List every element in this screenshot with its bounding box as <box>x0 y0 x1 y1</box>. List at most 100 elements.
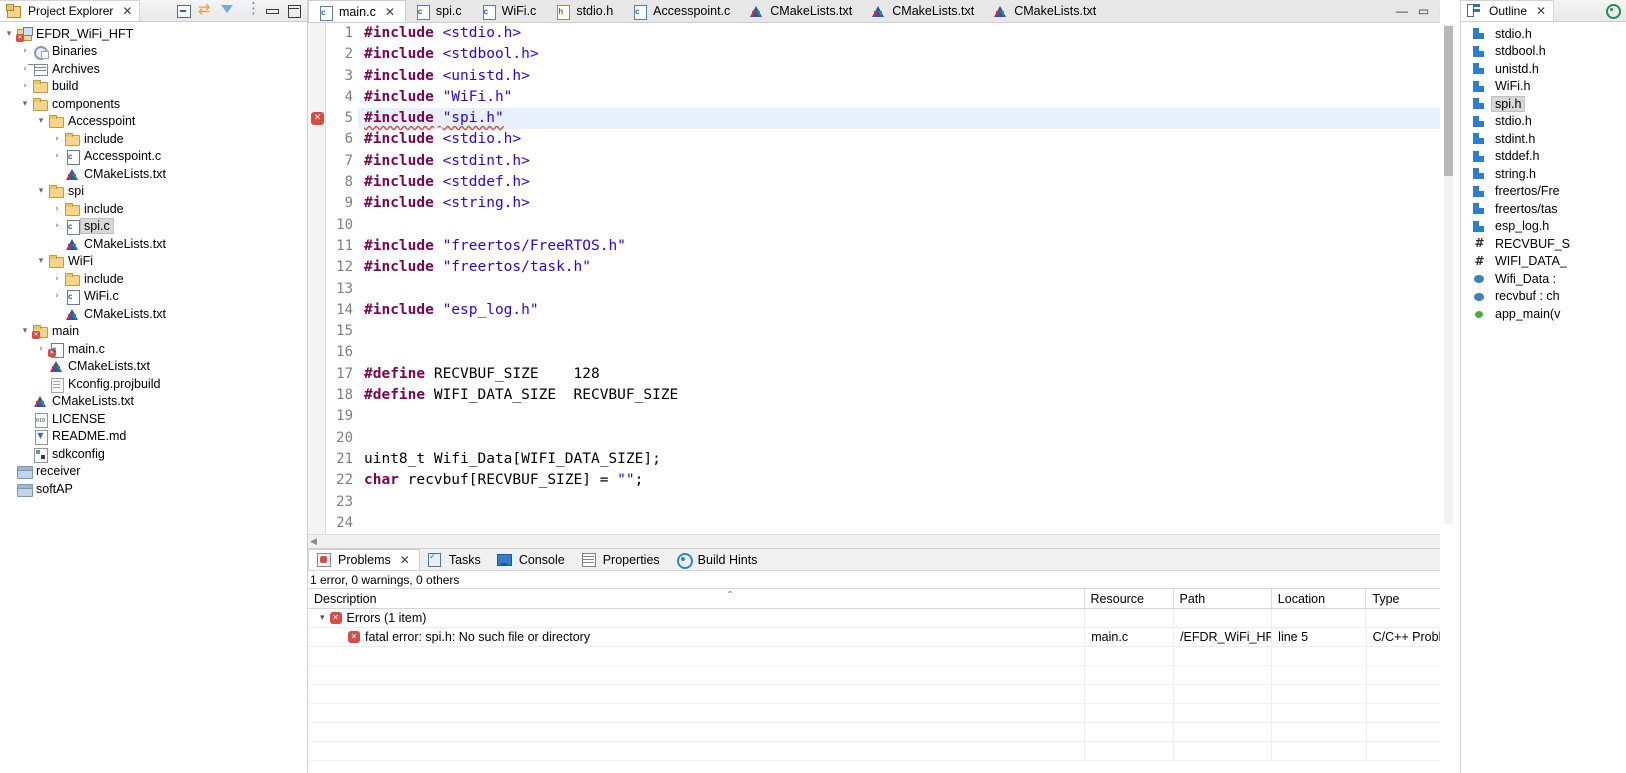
chevron-right-icon[interactable]: › <box>50 151 64 161</box>
code-line[interactable]: uint8_t Wifi_Data[WIFI_DATA_SIZE]; <box>364 449 1444 470</box>
chevron-right-icon[interactable]: › <box>2 466 16 476</box>
code-line[interactable]: #include "freertos/FreeRTOS.h" <box>364 236 1444 257</box>
tree-item[interactable]: › LICENSE <box>0 410 307 428</box>
editor-tab[interactable]: CMakeLists.txt <box>862 0 984 22</box>
code-line[interactable]: #include <stdio.h> <box>364 129 1444 150</box>
outline-item[interactable]: stdio.h <box>1461 113 1626 131</box>
code-line[interactable]: #include <stdint.h> <box>364 151 1444 172</box>
outline-item[interactable]: app_main(v <box>1461 305 1626 323</box>
tree-item[interactable]: › include <box>0 270 307 288</box>
filter-icon[interactable] <box>220 3 235 18</box>
code-line[interactable]: #define WIFI_DATA_SIZE RECVBUF_SIZE <box>364 385 1444 406</box>
tree-item[interactable]: › build <box>0 78 307 96</box>
code-line[interactable] <box>364 215 1444 236</box>
tree-item[interactable]: › sdkconfig <box>0 445 307 463</box>
code-line[interactable] <box>364 342 1444 363</box>
tree-item[interactable]: ▾ components <box>0 95 307 113</box>
code-line[interactable]: #include "WiFi.h" <box>364 87 1444 108</box>
outline-item[interactable]: esp_log.h <box>1461 218 1626 236</box>
maximize-icon[interactable]: ▭ <box>1418 4 1429 18</box>
code-line[interactable] <box>364 279 1444 300</box>
chevron-right-icon[interactable]: › <box>18 449 32 459</box>
code-line[interactable]: #include "spi.h" <box>358 108 1444 130</box>
sort-indicator-icon[interactable]: ⌃ <box>726 590 734 601</box>
code-content[interactable]: #include <stdio.h> #include <stdbool.h> #i… <box>358 23 1444 534</box>
chevron-right-icon[interactable]: › <box>2 484 16 494</box>
chevron-down-icon[interactable]: ▾ <box>18 326 32 336</box>
chevron-down-icon[interactable]: ▾ <box>34 256 48 266</box>
bottom-tab[interactable]: Problems ✕ <box>308 549 420 571</box>
outline-tree[interactable]: stdio.h stdbool.h unistd.h WiFi.h spi.h stdio… <box>1461 22 1626 323</box>
collapse-all-icon[interactable] <box>176 3 191 18</box>
chevron-right-icon[interactable]: › <box>50 221 64 231</box>
tab-project-explorer[interactable]: Project Explorer ✕ <box>0 0 141 21</box>
column-header[interactable]: Resource <box>1085 589 1174 609</box>
table-body[interactable]: ▾ ✕ Errors (1 item) ✕ fatal error: spi.h: No… <box>308 609 1461 762</box>
editor-tab[interactable]: main.c ✕ <box>308 0 406 22</box>
chevron-right-icon[interactable]: › <box>18 81 32 91</box>
code-line[interactable]: #include <unistd.h> <box>364 66 1444 87</box>
chevron-right-icon[interactable]: › <box>50 134 64 144</box>
target-icon[interactable] <box>1605 3 1621 19</box>
bottom-tab[interactable]: Tasks <box>420 549 490 570</box>
tree-item[interactable]: ▾ ✕ EFDR_WiFi_HFT <box>0 25 307 43</box>
chevron-down-icon[interactable]: ▾ <box>320 609 325 627</box>
code-line[interactable] <box>364 492 1444 513</box>
annotation-ruler[interactable]: ✕ <box>308 23 326 535</box>
tree-item[interactable]: ▾ Accesspoint <box>0 113 307 131</box>
outline-item[interactable]: Wifi_Data : <box>1461 270 1626 288</box>
tree-item[interactable]: › include <box>0 200 307 218</box>
close-icon[interactable]: ✕ <box>400 554 410 566</box>
tree-item[interactable]: ▾ WiFi <box>0 253 307 271</box>
error-marker-icon[interactable]: ✕ <box>311 112 324 126</box>
editor-tab[interactable]: Accesspoint.c <box>623 0 740 22</box>
code-line[interactable]: #include <string.h> <box>364 193 1444 214</box>
tree-item[interactable]: › Kconfig.projbuild <box>0 375 307 393</box>
outline-item[interactable]: WiFi.h <box>1461 78 1626 96</box>
code-line[interactable] <box>364 406 1444 427</box>
tree-item[interactable]: ▾ spi <box>0 183 307 201</box>
bottom-tab[interactable]: Properties <box>574 549 669 570</box>
chevron-down-icon[interactable]: ▾ <box>2 29 16 39</box>
code-line[interactable]: #include "esp_log.h" <box>364 300 1444 321</box>
tree-item[interactable]: ›✕ main.c <box>0 340 307 358</box>
tree-item[interactable]: › README.md <box>0 428 307 446</box>
bottom-tab[interactable]: Console <box>490 549 574 570</box>
tree-item[interactable]: › receiver <box>0 463 307 481</box>
close-icon[interactable]: ✕ <box>122 5 132 17</box>
outline-item[interactable]: # RECVBUF_S <box>1461 235 1626 253</box>
tree-item[interactable]: › spi.c <box>0 218 307 236</box>
tree-item[interactable]: › CMakeLists.txt <box>0 358 307 376</box>
outline-item[interactable]: recvbuf : ch <box>1461 288 1626 306</box>
minimize-icon[interactable] <box>264 3 279 18</box>
chevron-right-icon[interactable]: › <box>50 309 64 319</box>
close-icon[interactable]: ✕ <box>1536 5 1546 17</box>
column-header[interactable]: Path <box>1174 589 1272 609</box>
tree-item[interactable]: › CMakeLists.txt <box>0 393 307 411</box>
scroll-left-arrow[interactable]: ◀ <box>310 537 317 547</box>
tree-item[interactable]: › CMakeLists.txt <box>0 235 307 253</box>
chevron-down-icon[interactable]: ▾ <box>18 99 32 109</box>
minimize-icon[interactable]: — <box>1396 4 1408 18</box>
editor-tab[interactable]: spi.c <box>406 0 472 22</box>
chevron-right-icon[interactable]: › <box>34 379 48 389</box>
maximize-icon[interactable] <box>286 3 301 18</box>
column-header[interactable]: Description <box>308 589 1085 609</box>
chevron-right-icon[interactable]: › <box>18 414 32 424</box>
tree-item[interactable]: › CMakeLists.txt <box>0 165 307 183</box>
outline-item[interactable]: # WIFI_DATA_ <box>1461 253 1626 271</box>
chevron-down-icon[interactable]: ▾ <box>34 116 48 126</box>
chevron-right-icon[interactable]: › <box>18 64 32 74</box>
outline-item[interactable]: string.h <box>1461 165 1626 183</box>
close-icon[interactable]: ✕ <box>385 6 395 18</box>
code-line[interactable]: #include "freertos/task.h" <box>364 257 1444 278</box>
tree-item[interactable]: › Archives <box>0 60 307 78</box>
editor-tab[interactable]: stdio.h <box>546 0 623 22</box>
code-line[interactable] <box>364 321 1444 342</box>
chevron-right-icon[interactable]: › <box>34 361 48 371</box>
outline-item[interactable]: stddef.h <box>1461 148 1626 166</box>
outline-item[interactable]: freertos/Fre <box>1461 183 1626 201</box>
chevron-right-icon[interactable]: › <box>50 291 64 301</box>
tree-item[interactable]: ▾ ✕ main <box>0 323 307 341</box>
chevron-right-icon[interactable]: › <box>50 274 64 284</box>
